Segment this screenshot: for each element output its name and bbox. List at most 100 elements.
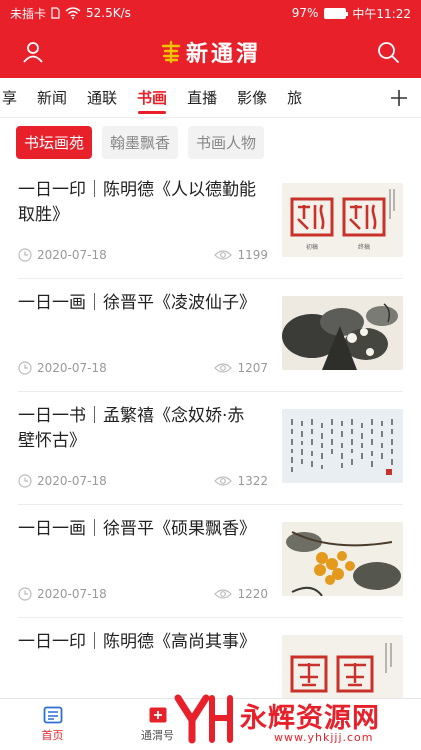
tab-calligraphy-painting[interactable]: 书画 (127, 78, 177, 117)
article-views: 1322 (214, 474, 268, 488)
chip-shutan-huayuan[interactable]: 书坛画苑 (16, 125, 93, 159)
fruit-painting-thumbnail-image (282, 522, 403, 596)
article-thumbnail[interactable] (282, 635, 403, 698)
seal-thumbnail-image (282, 635, 403, 698)
plus-icon (391, 90, 407, 106)
tab-label: 直播 (187, 89, 218, 107)
article-views: 1220 (214, 587, 268, 601)
tab-tonglian[interactable]: 通联 (77, 78, 127, 117)
article-meta: 2020-07-18 1322 (18, 472, 268, 490)
article-title: 一日一画｜徐晋平《凌波仙子》 (18, 293, 256, 313)
tab-live[interactable]: 直播 (177, 78, 227, 117)
eye-icon (214, 589, 233, 599)
calligraphy-thumbnail-image (282, 409, 403, 483)
article-thumbnail[interactable] (282, 409, 403, 483)
article-feed[interactable]: 一日一印｜陈明德《人以德勤能取胜》 2020-07-18 1199 初稿 终稿 (0, 166, 421, 698)
carrier-text: 未插卡 (10, 6, 47, 21)
logo-mark-icon (161, 40, 181, 64)
views-text: 1220 (237, 587, 268, 601)
wifi-icon (65, 7, 81, 19)
article-views: 1207 (214, 361, 268, 375)
article-date: 2020-07-18 (18, 248, 107, 262)
article-meta: 2020-07-18 1199 (18, 246, 268, 264)
chip-shuhua-renwu[interactable]: 书画人物 (188, 125, 265, 159)
article-title: 一日一印｜陈明德《高尚其事》 (18, 632, 256, 652)
eye-icon (214, 250, 233, 260)
article-item[interactable]: 一日一印｜陈明德《人以德勤能取胜》 2020-07-18 1199 初稿 终稿 (18, 166, 403, 279)
clock-icon (18, 361, 32, 375)
date-text: 2020-07-18 (37, 474, 107, 488)
tab-label: 影像 (237, 89, 268, 107)
clock-icon (18, 474, 32, 488)
tab-label: 享 (2, 89, 18, 107)
article-date: 2020-07-18 (18, 361, 107, 375)
channel-tabs: 享 新闻 通联 书画 直播 影像 旅 (0, 78, 421, 118)
tab-label: 书画 (137, 89, 168, 107)
profile-button[interactable] (18, 37, 48, 67)
date-text: 2020-07-18 (37, 587, 107, 601)
article-item[interactable]: 一日一画｜徐晋平《凌波仙子》 2020-07-18 1207 (18, 279, 403, 392)
article-item[interactable]: 一日一书｜孟繁禧《念奴娇·赤壁怀古》 2020-07-18 1322 (18, 392, 403, 505)
article-thumbnail[interactable]: 初稿 终稿 (282, 183, 403, 257)
date-text: 2020-07-18 (37, 361, 107, 375)
user-icon (23, 42, 43, 63)
eye-icon (214, 363, 233, 373)
article-item[interactable]: 一日一画｜徐晋平《硕果飘香》 2020-07-18 1220 (18, 505, 403, 618)
plus-box-icon (149, 707, 166, 723)
status-left: 未插卡 52.5K/s (10, 5, 131, 22)
tab-news[interactable]: 新闻 (27, 78, 77, 117)
status-right: 97% 中午11:22 (292, 5, 411, 22)
clock: 中午11:22 (352, 6, 411, 21)
views-text: 1207 (237, 361, 268, 375)
search-icon (378, 42, 399, 63)
article-thumbnail[interactable] (282, 522, 403, 596)
site-watermark: 永辉资源网 www.yhkjjj.com (166, 690, 421, 750)
eye-icon (214, 476, 233, 486)
article-title: 一日一书｜孟繁禧《念奴娇·赤壁怀古》 (18, 406, 245, 451)
tab-partial-left[interactable]: 享 (0, 78, 27, 117)
add-channel-button[interactable] (377, 78, 421, 117)
article-meta: 2020-07-18 1207 (18, 359, 268, 377)
clock-icon (18, 248, 32, 262)
battery-percent: 97% (291, 6, 319, 20)
tab-label: 通联 (87, 89, 118, 107)
date-text: 2020-07-18 (37, 248, 107, 262)
views-text: 1199 (237, 248, 268, 262)
article-thumbnail[interactable] (282, 296, 403, 370)
thumb-caption-1: 初稿 (306, 243, 318, 251)
seal-thumbnail-image: 初稿 终稿 (282, 183, 403, 257)
thumb-caption-2: 终稿 (358, 243, 370, 251)
home-icon (43, 706, 62, 724)
watermark-logo-icon (174, 694, 233, 744)
article-title: 一日一印｜陈明德《人以德勤能取胜》 (18, 180, 256, 225)
nav-home[interactable]: 首页 (0, 699, 105, 750)
network-speed: 52.5K/s (86, 6, 131, 20)
app-logo: 新通渭 (160, 36, 261, 68)
tab-label: 旅 (287, 89, 303, 107)
article-item[interactable]: 一日一印｜陈明德《高尚其事》 (18, 618, 403, 698)
watermark-url: www.yhkjjj.com (274, 731, 374, 744)
chip-hanmo-piaoxiang[interactable]: 翰墨飘香 (102, 125, 179, 159)
sim-icon (51, 7, 60, 19)
article-date: 2020-07-18 (18, 587, 107, 601)
clock-icon (18, 587, 32, 601)
views-text: 1322 (237, 474, 268, 488)
watermark-text: 永辉资源网 (240, 703, 380, 734)
app-header: 新通渭 (0, 26, 421, 78)
tab-video[interactable]: 影像 (227, 78, 277, 117)
search-button[interactable] (373, 37, 403, 67)
nav-label: 首页 (41, 729, 64, 742)
article-title: 一日一画｜徐晋平《硕果飘香》 (18, 519, 256, 539)
status-bar: 未插卡 52.5K/s 97% 中午11:22 (0, 0, 421, 26)
battery-fill (325, 8, 345, 18)
tabs-fade (357, 78, 377, 117)
tab-travel[interactable]: 旅 (277, 78, 312, 117)
sub-category-chips: 书坛画苑 翰墨飘香 书画人物 (0, 118, 421, 166)
battery-icon (324, 7, 349, 19)
ink-painting-thumbnail-image (282, 296, 403, 370)
logo-text: 新通渭 (185, 41, 261, 67)
tab-label: 新闻 (37, 89, 68, 107)
article-date: 2020-07-18 (18, 474, 107, 488)
article-meta: 2020-07-18 1220 (18, 585, 268, 603)
article-views: 1199 (214, 248, 268, 262)
